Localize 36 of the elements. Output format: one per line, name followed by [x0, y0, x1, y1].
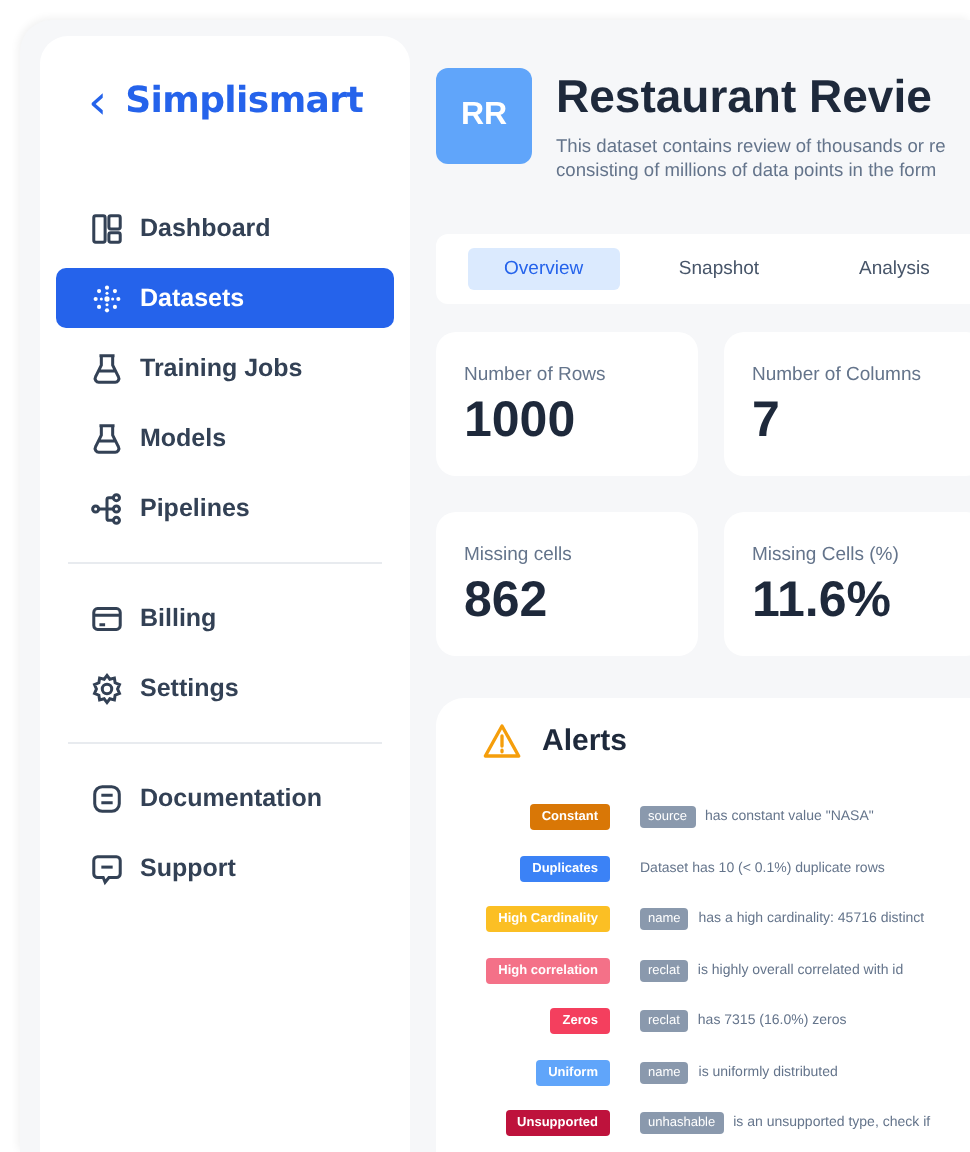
dataset-title: Restaurant Revie	[556, 70, 934, 124]
stat-value: 862	[464, 572, 548, 630]
tab[interactable]: Snapshot	[643, 248, 795, 290]
dataset-avatar: RR	[436, 68, 532, 164]
credit-card-icon	[90, 601, 124, 635]
stat-label: Missing cells	[464, 544, 572, 566]
stat-label: Number of Columns	[752, 364, 921, 386]
nav-item[interactable]: Models	[56, 408, 394, 468]
tab[interactable]: Analysis	[818, 248, 970, 290]
nav-item[interactable]: Billing	[56, 588, 394, 648]
back-icon[interactable]: ‹	[88, 81, 108, 121]
settings-icon	[90, 671, 124, 705]
dots-icon	[90, 281, 124, 315]
nav-item[interactable]: Dashboard	[56, 198, 394, 258]
nav-item[interactable]: Pipelines	[56, 478, 394, 538]
document-icon	[90, 781, 124, 815]
flask-icon	[90, 421, 124, 455]
stat-label: Number of Rows	[464, 364, 606, 386]
nav-item[interactable]: Settings	[56, 658, 394, 718]
dataset-description: This dataset contains review of thousands or re consisting of millions of data points in the form	[556, 134, 946, 182]
stat-label: Missing Cells (%)	[752, 544, 899, 566]
stat-value: 11.6%	[752, 572, 892, 630]
layout-icon	[90, 211, 124, 245]
warning-icon	[482, 722, 522, 760]
stat-value: 1000	[464, 392, 576, 450]
brand-logo: Simplismart	[125, 80, 364, 122]
pipeline-icon	[90, 491, 124, 525]
tab[interactable]: Overview	[468, 248, 620, 290]
stat-value: 7	[752, 392, 780, 450]
nav-item[interactable]: Training Jobs	[56, 338, 394, 398]
nav-item[interactable]: Support	[56, 838, 394, 898]
nav-item[interactable]: Documentation	[56, 768, 394, 828]
nav-item[interactable]: Datasets	[56, 268, 394, 328]
flask-icon	[90, 351, 124, 385]
chat-icon	[90, 851, 124, 885]
alerts-title: Alerts	[542, 724, 628, 758]
